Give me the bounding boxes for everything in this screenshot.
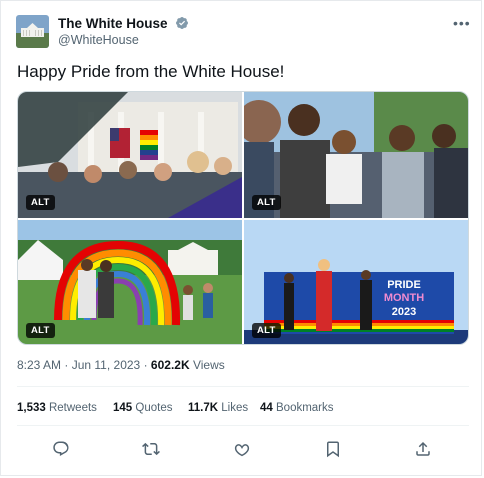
heart-icon[interactable] <box>233 440 253 460</box>
account-name[interactable]: The White House <box>58 16 168 31</box>
tweet-photo-4[interactable]: PRIDE MONTH 2023 ALT <box>244 220 468 344</box>
views-label: Views <box>192 358 225 372</box>
verified-badge-icon <box>175 16 189 34</box>
alt-badge[interactable]: ALT <box>26 323 55 338</box>
tweet-photo-1[interactable]: ALT <box>18 92 242 218</box>
tweet-text: Happy Pride from the White House! <box>17 62 285 81</box>
divider <box>17 386 469 387</box>
divider <box>17 425 469 426</box>
alt-badge[interactable]: ALT <box>26 195 55 210</box>
meta-separator: · <box>143 358 148 372</box>
tweet-time[interactable]: 8:23 AM <box>17 358 61 372</box>
reply-icon[interactable] <box>52 440 72 460</box>
more-options-icon[interactable]: ••• <box>453 15 471 31</box>
banner-text-line-3: 2023 <box>392 306 416 318</box>
tweet-card: The White House @WhiteHouse ••• Happy Pr… <box>0 0 482 476</box>
tweet-photo-3[interactable]: ALT <box>18 220 242 344</box>
stat-retweets[interactable]: 1,533 Retweets <box>17 402 97 414</box>
banner-text-line-1: PRIDE <box>387 279 421 291</box>
share-icon[interactable] <box>414 440 434 460</box>
stat-count: 44 <box>260 402 273 414</box>
tweet-meta: 8:23 AM · Jun 11, 2023 · 602.2K Views <box>17 358 225 372</box>
stat-count: 11.7K <box>188 402 219 414</box>
alt-badge[interactable]: ALT <box>252 195 281 210</box>
action-bar <box>1 440 483 460</box>
views-count: 602.2K <box>150 358 190 372</box>
avatar[interactable] <box>16 15 49 48</box>
stat-count: 145 <box>113 402 133 414</box>
stat-label: Quotes <box>135 402 173 414</box>
account-handle[interactable]: @WhiteHouse <box>58 33 139 47</box>
tweet-photo-2[interactable]: ALT <box>244 92 468 218</box>
retweet-icon[interactable] <box>142 440 162 460</box>
bookmark-icon[interactable] <box>324 440 344 460</box>
stat-label: Retweets <box>48 402 97 414</box>
stat-likes[interactable]: 11.7K Likes <box>188 402 248 414</box>
stat-quotes[interactable]: 145 Quotes <box>113 402 172 414</box>
alt-badge[interactable]: ALT <box>252 323 281 338</box>
meta-separator: · <box>64 358 69 372</box>
stat-label: Likes <box>221 402 249 414</box>
stat-bookmarks[interactable]: 44 Bookmarks <box>260 402 334 414</box>
stat-label: Bookmarks <box>276 402 334 414</box>
tweet-date[interactable]: Jun 11, 2023 <box>72 358 141 372</box>
stat-count: 1,533 <box>17 402 46 414</box>
banner-text-line-2: MONTH <box>384 292 424 304</box>
media-grid: ALT ALT ALT PRIDE MONTH 2023 ALT <box>17 91 469 345</box>
